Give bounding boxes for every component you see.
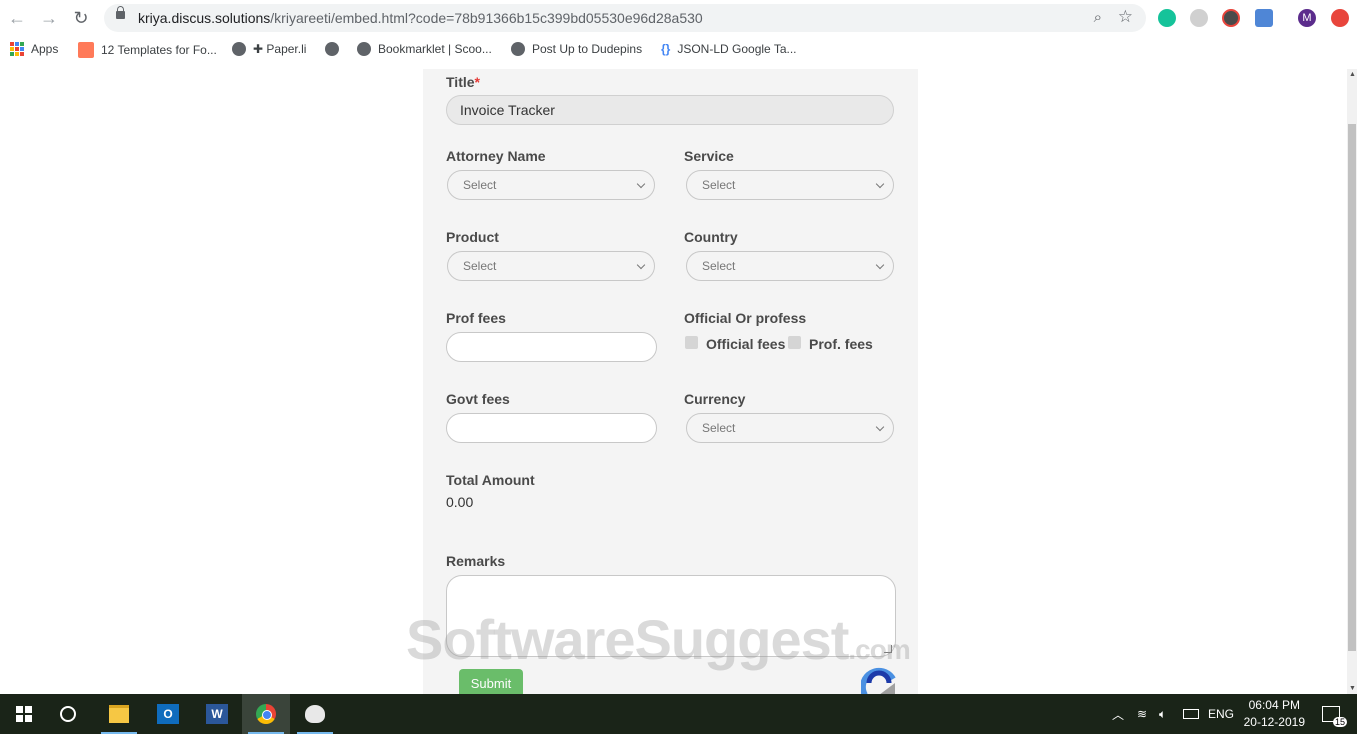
softwaresuggest-watermark: SoftwareSuggest.com xyxy=(406,608,911,671)
address-bar[interactable]: kriya.discus.solutions/kriyareeti/embed.… xyxy=(104,4,1146,32)
battery-icon[interactable] xyxy=(1183,694,1199,734)
prof-fees-option-label: Prof. fees xyxy=(809,336,873,352)
remarks-label: Remarks xyxy=(446,553,506,569)
title-input[interactable]: Invoice Tracker xyxy=(446,95,894,125)
prof-fees-label: Prof fees xyxy=(446,310,506,326)
browser-chrome: ← → ↻ kriya.discus.solutions/kriyareeti/… xyxy=(0,0,1357,70)
wifi-icon[interactable]: ≋ xyxy=(1137,694,1147,734)
bookmark-blank[interactable] xyxy=(325,42,339,56)
govt-fees-input[interactable] xyxy=(446,413,657,443)
submit-button[interactable]: Submit xyxy=(459,669,523,694)
govt-fees-label: Govt fees xyxy=(446,391,510,407)
currency-select[interactable]: Select xyxy=(686,413,894,443)
apps-grid-icon xyxy=(10,42,24,56)
globe-icon xyxy=(325,42,339,56)
url-text: kriya.discus.solutions/kriyareeti/embed.… xyxy=(138,10,703,26)
reload-icon[interactable]: ↻ xyxy=(72,9,90,27)
total-amount-value: 0.00 xyxy=(446,494,474,510)
clock-time: 06:04 PM xyxy=(1248,698,1300,712)
chevron-down-icon xyxy=(875,422,885,432)
page-content: Title* Invoice Tracker Attorney Name Sel… xyxy=(0,69,1347,694)
chevron-down-icon xyxy=(875,179,885,189)
globe-icon xyxy=(511,42,525,56)
notification-count: 15 xyxy=(1332,717,1347,727)
bookmark-scoopit[interactable]: Bookmarklet | Scoo... xyxy=(357,42,492,56)
system-clock[interactable]: 06:04 PM 20-12-2019 xyxy=(1244,697,1305,731)
bookmarks-bar: Apps 12 Templates for Fo... ✚ Paper.li B… xyxy=(0,38,1357,62)
country-label: Country xyxy=(684,229,738,245)
windows-start-icon[interactable] xyxy=(0,694,48,734)
globe-icon xyxy=(232,42,246,56)
grammarly-icon[interactable] xyxy=(1158,9,1176,27)
notification-center-icon[interactable]: 15 xyxy=(1322,694,1347,734)
prof-fees-input[interactable] xyxy=(446,332,657,362)
service-label: Service xyxy=(684,148,734,164)
official-fees-label: Official fees xyxy=(706,336,786,352)
clock-date: 20-12-2019 xyxy=(1243,715,1305,729)
zoom-icon[interactable]: ⌕ xyxy=(1094,9,1102,26)
invoice-form: Title* Invoice Tracker Attorney Name Sel… xyxy=(423,69,918,694)
official-or-profess-label: Official Or profess xyxy=(684,310,807,326)
service-select[interactable]: Select xyxy=(686,170,894,200)
attorney-label: Attorney Name xyxy=(446,148,546,164)
paint-icon[interactable] xyxy=(291,694,339,734)
bookmark-paperli[interactable]: ✚ Paper.li xyxy=(232,42,306,56)
word-icon[interactable]: W xyxy=(193,694,241,734)
profile-avatar[interactable]: M xyxy=(1298,9,1316,27)
title-label: Title* xyxy=(446,74,480,90)
tray-chevron-icon[interactable]: ︿ xyxy=(1112,694,1124,734)
prof-fees-checkbox[interactable] xyxy=(788,336,801,349)
total-amount-label: Total Amount xyxy=(446,472,535,488)
chrome-taskbar-icon[interactable] xyxy=(242,694,290,734)
product-label: Product xyxy=(446,229,499,245)
scrollbar-thumb[interactable] xyxy=(1348,124,1356,651)
braces-icon: {} xyxy=(661,42,671,56)
bookmark-jsonld[interactable]: {} JSON-LD Google Ta... xyxy=(661,42,797,56)
currency-label: Currency xyxy=(684,391,746,407)
bookmark-star-icon[interactable]: ☆ xyxy=(1118,7,1133,27)
bookmark-hubspot[interactable]: 12 Templates for Fo... xyxy=(78,42,217,58)
bookmark-apps[interactable]: Apps xyxy=(10,42,58,56)
scroll-down-icon[interactable]: ▼ xyxy=(1349,685,1356,692)
upload-icon[interactable] xyxy=(1331,9,1349,27)
extension-icon[interactable] xyxy=(1190,9,1208,27)
scroll-up-icon[interactable]: ▲ xyxy=(1349,71,1356,78)
attorney-select[interactable]: Select xyxy=(447,170,655,200)
windows-taskbar: O W ︿ ≋ 🔈︎ ENG 06:04 PM 20-12-2019 15 xyxy=(0,694,1357,734)
page-scrollbar[interactable]: ▲ ▼ xyxy=(1347,69,1357,694)
chevron-down-icon xyxy=(875,260,885,270)
chevron-down-icon xyxy=(636,179,646,189)
product-select[interactable]: Select xyxy=(447,251,655,281)
globe-icon xyxy=(357,42,371,56)
file-explorer-icon[interactable] xyxy=(95,694,143,734)
cortana-search-icon[interactable] xyxy=(44,694,92,734)
back-icon[interactable]: ← xyxy=(8,9,26,27)
volume-icon[interactable]: 🔈︎ xyxy=(1159,694,1166,734)
forward-icon[interactable]: → xyxy=(40,9,58,27)
language-indicator[interactable]: ENG xyxy=(1208,694,1234,734)
hubspot-icon xyxy=(78,42,94,58)
country-select[interactable]: Select xyxy=(686,251,894,281)
official-fees-checkbox[interactable] xyxy=(685,336,698,349)
chevron-down-icon xyxy=(636,260,646,270)
bookmark-dudepins[interactable]: Post Up to Dudepins xyxy=(511,42,642,56)
extension2-icon[interactable] xyxy=(1255,9,1273,27)
color-picker-icon[interactable] xyxy=(1222,9,1240,27)
lock-icon xyxy=(116,6,125,19)
outlook-icon[interactable]: O xyxy=(144,694,192,734)
